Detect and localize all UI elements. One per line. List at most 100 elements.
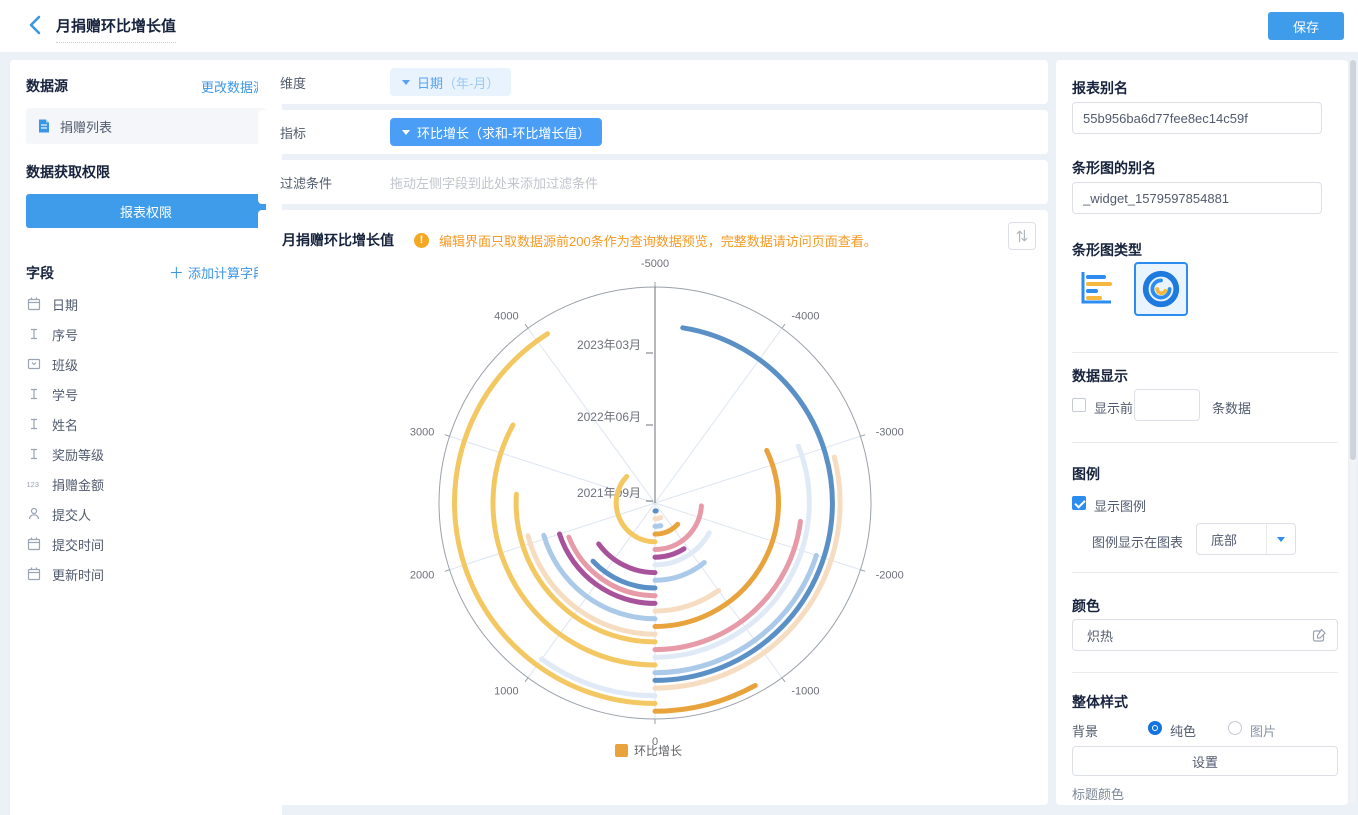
settings-button[interactable]: 设置 — [1072, 746, 1338, 776]
metric-row: 指标 环比增长（求和-环比增长值） — [258, 110, 1048, 154]
svg-text:3000: 3000 — [410, 426, 434, 438]
data-display-label: 数据显示 — [1072, 366, 1128, 386]
legend-swatch — [615, 744, 628, 757]
svg-text:-3000: -3000 — [876, 426, 904, 438]
report-alias-input[interactable] — [1072, 102, 1322, 134]
filter-row[interactable]: 过滤条件 拖动左侧字段到此处来添加过滤条件 — [258, 160, 1048, 204]
field-label: 提交时间 — [52, 535, 104, 554]
field-item[interactable]: 序号 — [26, 319, 266, 349]
plus-icon: ＋ — [169, 265, 188, 282]
svg-text:4000: 4000 — [494, 310, 518, 322]
report-alias-label: 报表别名 — [1072, 78, 1128, 98]
legend-position-label: 图例显示在图表 — [1092, 532, 1183, 551]
chart-panel: -5000-4000-3000-2000-1000010002000300040… — [258, 210, 1048, 805]
show-legend-label: 显示图例 — [1094, 496, 1146, 515]
field-item[interactable]: 班级 — [26, 349, 266, 379]
show-first-input[interactable] — [1134, 389, 1200, 421]
svg-text:-4000: -4000 — [791, 310, 819, 322]
calendar-icon — [26, 296, 42, 312]
text-icon — [26, 416, 42, 432]
save-button[interactable]: 保存 — [1268, 12, 1344, 40]
divider — [1072, 672, 1338, 673]
show-first-label: 显示前 — [1094, 398, 1133, 417]
select-icon — [26, 356, 42, 372]
field-label: 学号 — [52, 385, 78, 404]
bg-image-radio[interactable] — [1228, 721, 1242, 735]
legend-position-select[interactable]: 底部 — [1196, 523, 1296, 555]
svg-text:-5000: -5000 — [641, 258, 669, 270]
document-icon — [36, 118, 52, 134]
field-item[interactable]: 更新时间 — [26, 559, 266, 589]
preview-notice: 编辑界面只取数据源前200条作为查询数据预览，完整数据请访问页面查看。 — [439, 231, 877, 250]
field-item[interactable]: 姓名 — [26, 409, 266, 439]
title-color-label: 标题颜色 — [1072, 784, 1124, 803]
number-icon: 123 — [26, 476, 42, 492]
field-list: 日期序号班级学号姓名奖励等级 123 捐赠金额提交人提交时间更新时间 — [26, 289, 266, 589]
report-permission-button[interactable]: 报表权限 — [26, 194, 266, 228]
background-label: 背景 — [1072, 721, 1098, 740]
datasource-item[interactable]: 捐赠列表 — [26, 108, 266, 144]
bg-solid-radio[interactable] — [1148, 721, 1162, 735]
rows-suffix-label: 条数据 — [1212, 398, 1251, 417]
field-item[interactable]: 日期 — [26, 289, 266, 319]
calendar-icon — [26, 566, 42, 582]
text-icon — [26, 386, 42, 402]
bar-chart-icon — [1075, 267, 1117, 309]
legend-label: 环比增长 — [634, 744, 682, 758]
sort-icon — [1014, 228, 1030, 244]
select-caret — [1266, 524, 1295, 554]
svg-text:-1000: -1000 — [791, 686, 819, 698]
field-label: 提交人 — [52, 505, 91, 524]
field-label: 更新时间 — [52, 565, 104, 584]
field-item[interactable]: 提交时间 — [26, 529, 266, 559]
metric-tag[interactable]: 环比增长（求和-环比增长值） — [390, 118, 602, 146]
divider — [1072, 352, 1338, 353]
svg-text:123: 123 — [27, 480, 40, 489]
widget-alias-input[interactable] — [1072, 182, 1322, 214]
dimension-tag[interactable]: 日期（年-月） — [390, 68, 511, 96]
app-window: 月捐赠环比增长值 保存 数据源 更改数据源 捐赠列表 数据获取权限 报表权限 字… — [0, 0, 1358, 815]
widget-alias-label: 条形图的别名 — [1072, 158, 1156, 178]
chart-title: 月捐赠环比增长值 — [282, 230, 394, 250]
chart-type-polar-option[interactable] — [1134, 262, 1188, 316]
caret-down-icon — [1277, 537, 1285, 542]
show-legend-checkbox[interactable] — [1072, 496, 1086, 510]
color-section-label: 颜色 — [1072, 596, 1100, 616]
field-item[interactable]: 奖励等级 — [26, 439, 266, 469]
person-icon — [26, 506, 42, 522]
filter-placeholder: 拖动左侧字段到此处来添加过滤条件 — [390, 173, 598, 192]
fields-card: 字段 ＋ 添加计算字段 日期序号班级学号姓名奖励等级123捐赠金额提交人提交时间… — [10, 246, 282, 815]
field-label: 班级 — [52, 355, 78, 374]
caret-down-icon — [402, 80, 410, 85]
scrollbar-track[interactable] — [1350, 60, 1356, 805]
back-button[interactable] — [26, 13, 52, 39]
divider — [1072, 572, 1338, 573]
scrollbar-thumb[interactable] — [1350, 60, 1356, 460]
field-label: 捐赠金额 — [52, 475, 104, 494]
bg-solid-label: 纯色 — [1170, 721, 1196, 740]
dimension-label: 维度 — [280, 73, 390, 92]
show-first-checkbox[interactable] — [1072, 398, 1086, 412]
field-item[interactable]: 123 捐赠金额 — [26, 469, 266, 499]
polar-chart-icon — [1140, 268, 1182, 310]
svg-text:1000: 1000 — [494, 686, 518, 698]
permission-title: 数据获取权限 — [26, 162, 266, 182]
metric-label: 指标 — [280, 123, 390, 142]
warning-icon: ! — [414, 233, 429, 248]
add-calc-field-link[interactable]: ＋ 添加计算字段 — [169, 262, 266, 283]
legend-position-value: 底部 — [1197, 530, 1266, 549]
svg-text:2022年06月: 2022年06月 — [577, 410, 641, 424]
top-bar: 月捐赠环比增长值 保存 — [0, 0, 1358, 52]
text-icon — [26, 326, 42, 342]
style-section-label: 整体样式 — [1072, 692, 1128, 712]
svg-text:2021年09月: 2021年09月 — [577, 486, 641, 500]
datasource-title: 数据源 — [26, 76, 68, 96]
edit-icon[interactable] — [1312, 628, 1337, 643]
change-datasource-link[interactable]: 更改数据源 — [201, 77, 266, 96]
field-item[interactable]: 学号 — [26, 379, 266, 409]
field-item[interactable]: 提交人 — [26, 499, 266, 529]
chart-type-bar-option[interactable] — [1070, 262, 1122, 314]
color-select[interactable]: 炽热 — [1072, 619, 1338, 651]
chevron-left-icon — [26, 13, 44, 37]
sort-button[interactable] — [1008, 222, 1036, 250]
